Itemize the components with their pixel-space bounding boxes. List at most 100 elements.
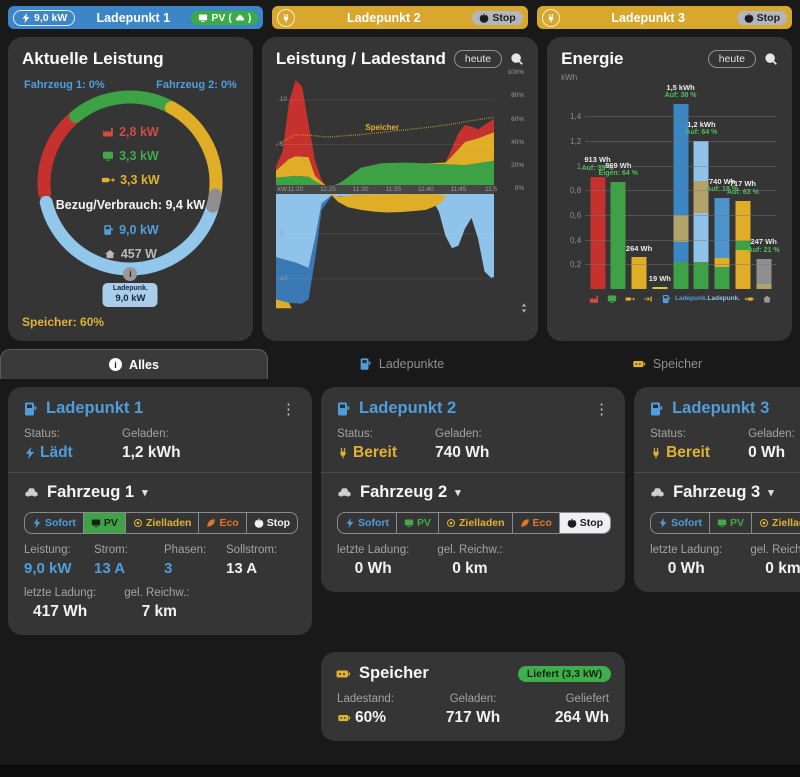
loadpoint2-header[interactable]: Ladepunkt 2 Stop [272, 6, 527, 29]
mode-stop-button[interactable]: Stop [559, 513, 610, 533]
axis-tick-label: 100% [508, 69, 525, 76]
mode-pv-button[interactable]: PV [709, 513, 751, 533]
loadpoint1-header[interactable]: 9,0 kW Ladepunkt 1 PV ( ) [8, 6, 263, 29]
house-icon [104, 248, 116, 260]
stop-badge[interactable]: Stop [472, 11, 522, 25]
status-label: Status: [337, 428, 407, 440]
stop-badge-label: Stop [492, 12, 515, 24]
bar-value-label: 869 WhEigen: 64 % [599, 161, 638, 179]
mode-pv-button[interactable]: PV [396, 513, 438, 533]
energy-bar: 869 WhEigen: 64 % [608, 77, 629, 289]
period-button[interactable]: heute [454, 50, 502, 68]
charger-axis-icon [657, 292, 675, 305]
axis-tick-label: 0% [515, 185, 524, 192]
vehicle-selector[interactable]: Fahrzeug 2 ▾ [337, 483, 609, 502]
charged-label: Geladen: [748, 428, 800, 440]
range-label: gel. Reichw.: [437, 544, 502, 556]
info-icon[interactable]: i [123, 267, 137, 281]
target-icon [133, 518, 143, 528]
current-power-card: Aktuelle Leistung Fahrzeug 1: 0% Fahrzeu… [8, 37, 253, 341]
mode-zielladen-button[interactable]: Zielladen [125, 513, 199, 533]
car-icon [650, 485, 665, 500]
status-label: Status: [650, 428, 720, 440]
area-series-battery-charge [331, 194, 445, 213]
range-value: 0 km [437, 560, 502, 578]
loadpoint2-card: Ladepunkt 2 ⋮ Status: Bereit Geladen: 74… [321, 387, 625, 592]
divider [634, 472, 800, 473]
soc-value: 60% [337, 709, 407, 727]
mode-pv-button[interactable]: PV [83, 513, 125, 533]
car-icon [337, 485, 352, 500]
sort-icon[interactable] [518, 302, 530, 314]
gridline [585, 166, 776, 167]
power-icon [254, 518, 264, 528]
plug-badge [542, 9, 560, 27]
tab-label: Ladepunkte [379, 357, 444, 371]
tab-label: Speicher [653, 357, 702, 371]
last-charge-value: 417 Wh [24, 603, 96, 621]
kebab-menu-icon[interactable]: ⋮ [592, 400, 611, 418]
loadpoint-title: Ladepunkt 1 [46, 399, 271, 418]
mode-eco-button[interactable]: Eco [512, 513, 559, 533]
axis-tick-label: 5 [280, 141, 284, 148]
tab-speicher[interactable]: Speicher [534, 349, 800, 379]
power-badge-label: 9,0 kW [34, 12, 67, 24]
vehicle-selector[interactable]: Fahrzeug 3 ▾ [650, 483, 800, 502]
tab-ladepunkte[interactable]: Ladepunkte [268, 349, 534, 379]
charged-label: Geladen: [438, 693, 508, 705]
bar-segment [694, 141, 709, 180]
axis-tick-label: 11:40 [418, 186, 434, 193]
period-button[interactable]: heute [708, 50, 756, 68]
battery-icon [632, 357, 646, 371]
status-value: Bereit [650, 444, 720, 462]
loadpoint3-header[interactable]: Ladepunkt 3 Stop [537, 6, 792, 29]
pv-panel-icon [198, 13, 208, 23]
card-title: Aktuelle Leistung [22, 49, 239, 69]
axis-tick-label: kW [278, 186, 287, 193]
mode-eco-button[interactable]: Eco [198, 513, 245, 533]
bar-value-label: 19 Wh [649, 274, 671, 283]
status-label: Status: [24, 428, 94, 440]
range-value: 7 km [124, 603, 194, 621]
card-title: Leistung / Ladestand [276, 49, 446, 69]
loadpoint-cards-row: Ladepunkt 1 ⋮ Status: Lädt Geladen: 1,2 … [8, 387, 792, 741]
pv-mode-badge[interactable]: PV ( ) [191, 11, 258, 25]
tab-alles[interactable]: i Alles [0, 349, 268, 379]
charged-value: 717 Wh [438, 709, 508, 727]
bar-segment [694, 213, 709, 262]
detail-value: 3 [164, 560, 208, 577]
mode-zielladen-button[interactable]: Zielladen [438, 513, 512, 533]
bar-segment [756, 284, 771, 289]
info-icon: i [109, 358, 122, 371]
vehicle-name: Fahrzeug 2 [360, 483, 447, 502]
kebab-menu-icon[interactable]: ⋮ [279, 400, 298, 418]
tab-label: Alles [129, 358, 159, 372]
mode-sofort-button[interactable]: Sofort [25, 513, 83, 533]
mode-selector: Sofort PV Zielladen Eco Stop [24, 512, 298, 534]
pv-power-row: 3,3 kW [22, 149, 239, 163]
divider [8, 472, 312, 473]
bar-segment [756, 259, 771, 285]
last-charge-label: letzte Ladung: [24, 587, 96, 599]
bar-segment [673, 242, 688, 262]
search-icon[interactable] [764, 52, 778, 66]
last-charge-value: 0 Wh [337, 560, 409, 578]
vehicle-selector[interactable]: Fahrzeug 1 ▾ [24, 483, 296, 502]
axis-tick-label: 11:5 [485, 186, 497, 193]
energy-chart-card: Energie heute kWh 1,41,210,80,60,40,2913… [547, 37, 792, 341]
mode-zielladen-button[interactable]: Zielladen [751, 513, 800, 533]
plug-icon [337, 447, 349, 459]
battery-power-row: 3,3 kW [22, 173, 239, 187]
mode-stop-button[interactable]: Stop [246, 513, 297, 533]
stop-badge-label: Stop [757, 12, 780, 24]
search-icon[interactable] [510, 52, 524, 66]
energy-bar: 1,5 kWhAuf: 38 % [670, 77, 691, 289]
lightning-icon [24, 447, 36, 459]
mode-sofort-button[interactable]: Sofort [651, 513, 709, 533]
soc-label: Ladestand: [337, 693, 407, 705]
mode-sofort-button[interactable]: Sofort [338, 513, 396, 533]
pv-power-value: 3,3 kW [119, 149, 159, 163]
stop-badge[interactable]: Stop [737, 11, 787, 25]
charged-value: 740 Wh [435, 444, 505, 462]
power-badge[interactable]: 9,0 kW [13, 10, 75, 26]
